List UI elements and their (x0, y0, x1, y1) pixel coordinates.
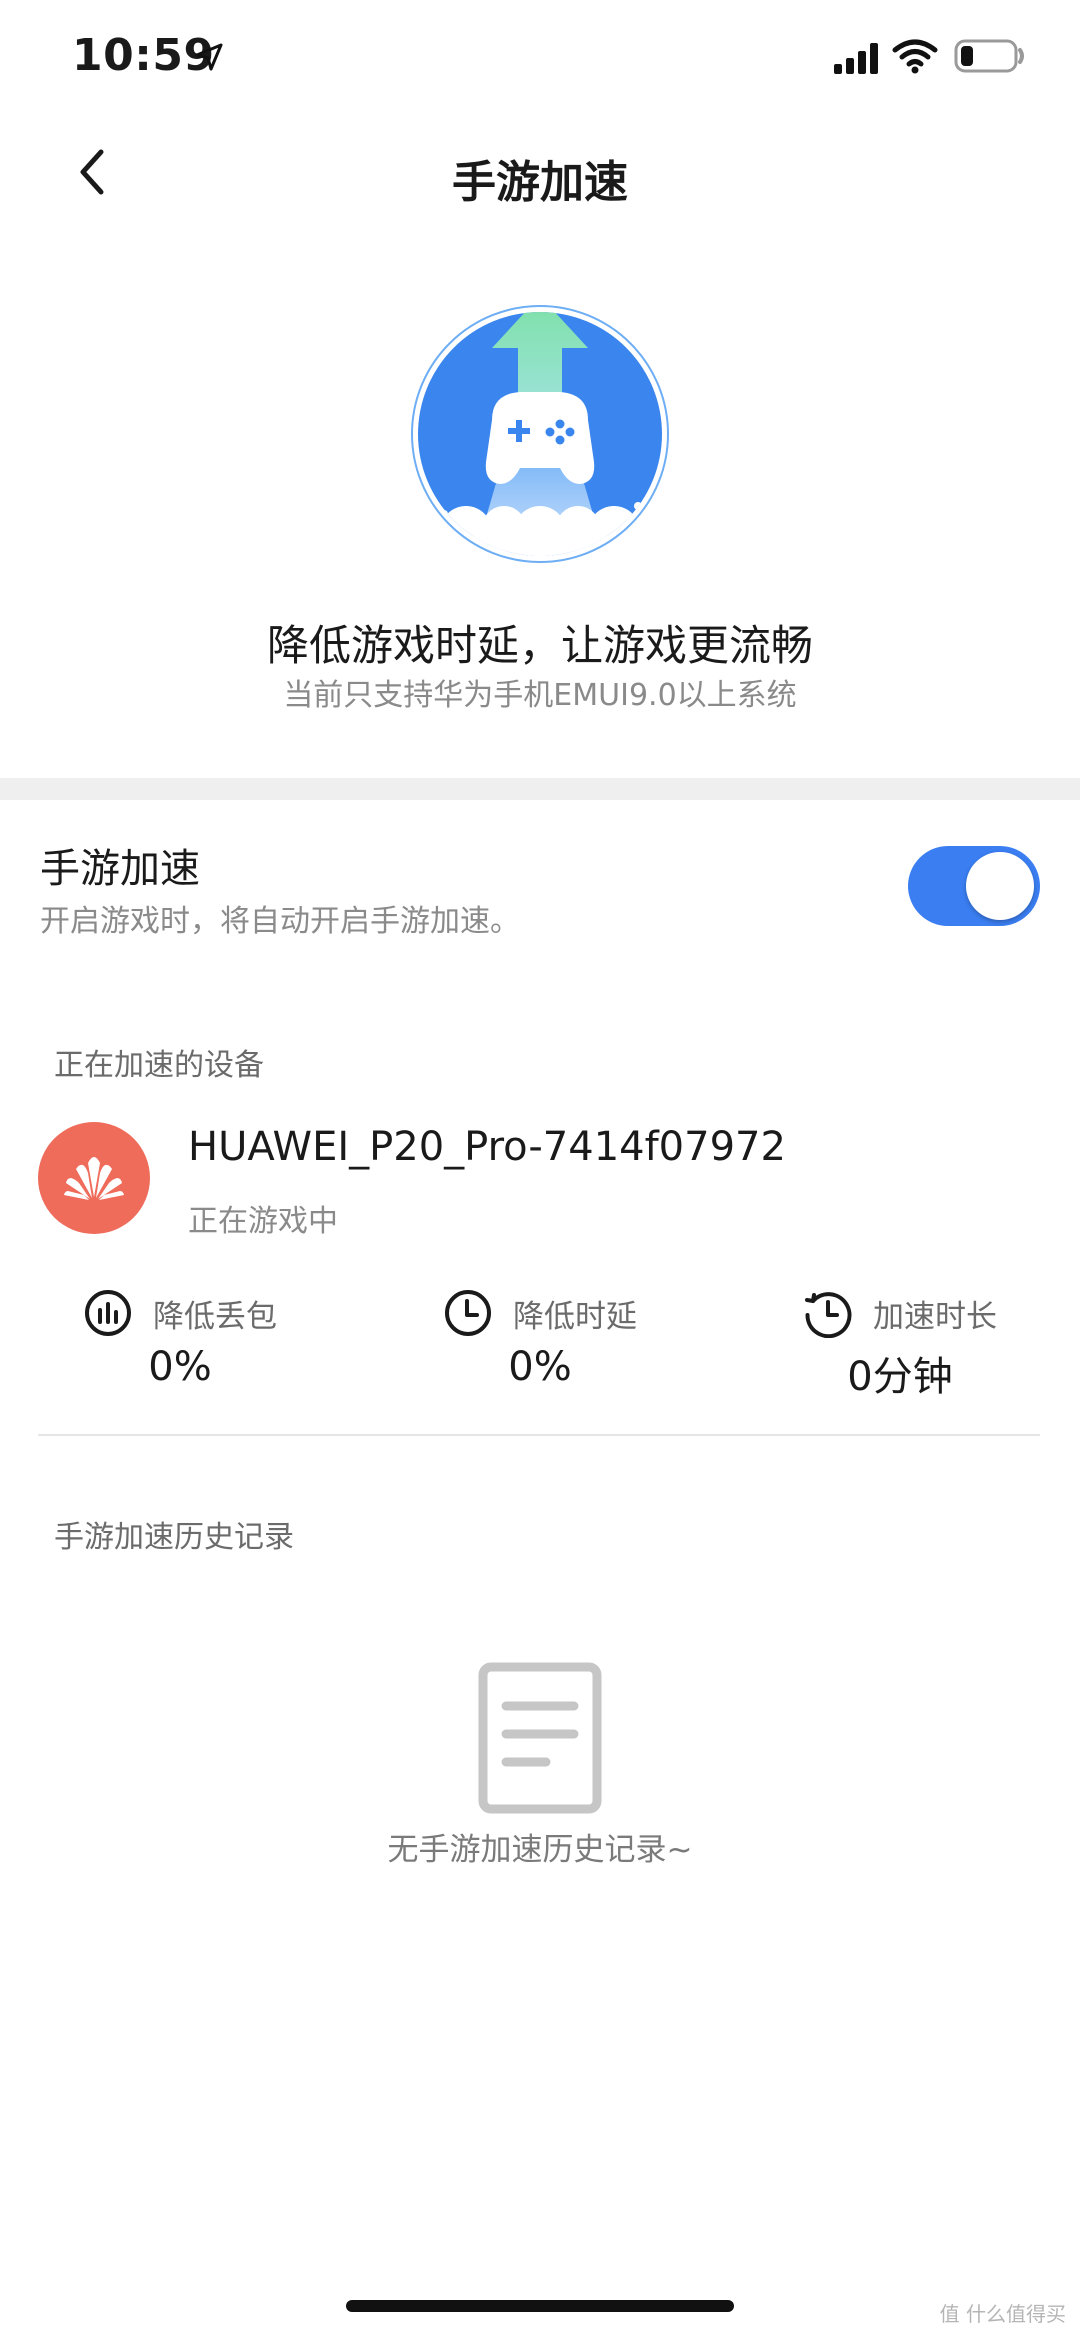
bar-chart-circle-icon (85, 1290, 131, 1336)
stat-value: 0分钟 (847, 1354, 953, 1400)
divider (38, 1434, 1040, 1436)
avatar (38, 1122, 150, 1234)
stat-duration: 加速时长 0分钟 (720, 1286, 1080, 1406)
device-name: HUAWEI_P20_Pro-7414f07972 (188, 1124, 786, 1170)
timer-icon (805, 1292, 852, 1338)
battery-icon (954, 39, 1024, 73)
history-section-label: 手游加速历史记录 (54, 1520, 294, 1555)
stat-head: 加速时长 (720, 1286, 1080, 1340)
devices-section-label: 正在加速的设备 (54, 1048, 264, 1083)
page-title: 手游加速 (452, 157, 628, 208)
stat-value: 0% (508, 1344, 572, 1390)
device-status: 正在游戏中 (188, 1204, 338, 1239)
stat-label: 降低时延 (513, 1298, 637, 1335)
cellular-signal-icon (834, 43, 878, 74)
location-arrow-icon (195, 43, 223, 71)
stat-label: 加速时长 (873, 1298, 997, 1335)
stats-row: 降低丢包 0% 降低时延 0% 加速时长 0分钟 (0, 1286, 1080, 1406)
stat-packet-loss: 降低丢包 0% (0, 1286, 360, 1406)
stat-head: 降低时延 (360, 1286, 720, 1340)
watermark: 值 什么值得买 (939, 2302, 1066, 2326)
empty-history-text: 无手游加速历史记录~ (387, 1832, 693, 1868)
stat-value: 0% (148, 1344, 212, 1390)
toggle-knob (966, 852, 1034, 920)
section-divider (0, 778, 1080, 800)
clock-icon (445, 1290, 491, 1336)
status-bar: 10:59 (0, 0, 1080, 118)
game-controller-rocket-icon (411, 305, 669, 563)
game-acceleration-toggle[interactable] (908, 846, 1040, 926)
stat-latency: 降低时延 0% (360, 1286, 720, 1406)
wifi-icon (892, 39, 938, 74)
home-indicator[interactable] (346, 2300, 734, 2312)
hero-headline: 降低游戏时延，让游戏更流畅 (266, 621, 813, 670)
stat-head: 降低丢包 (0, 1286, 360, 1340)
toggle-description: 开启游戏时，将自动开启手游加速。 (40, 904, 520, 939)
document-icon (478, 1662, 602, 1814)
stat-label: 降低丢包 (153, 1298, 277, 1335)
nav-bar: 手游加速 (0, 118, 1080, 228)
toggle-title: 手游加速 (40, 846, 200, 892)
huawei-logo-icon (64, 1157, 124, 1200)
screen: 10:59 手游加速 降低游戏时延，让游戏更流畅 当前只支持华为手机EMUI9.… (0, 0, 1080, 2337)
hero-subline: 当前只支持华为手机EMUI9.0以上系统 (283, 678, 797, 713)
